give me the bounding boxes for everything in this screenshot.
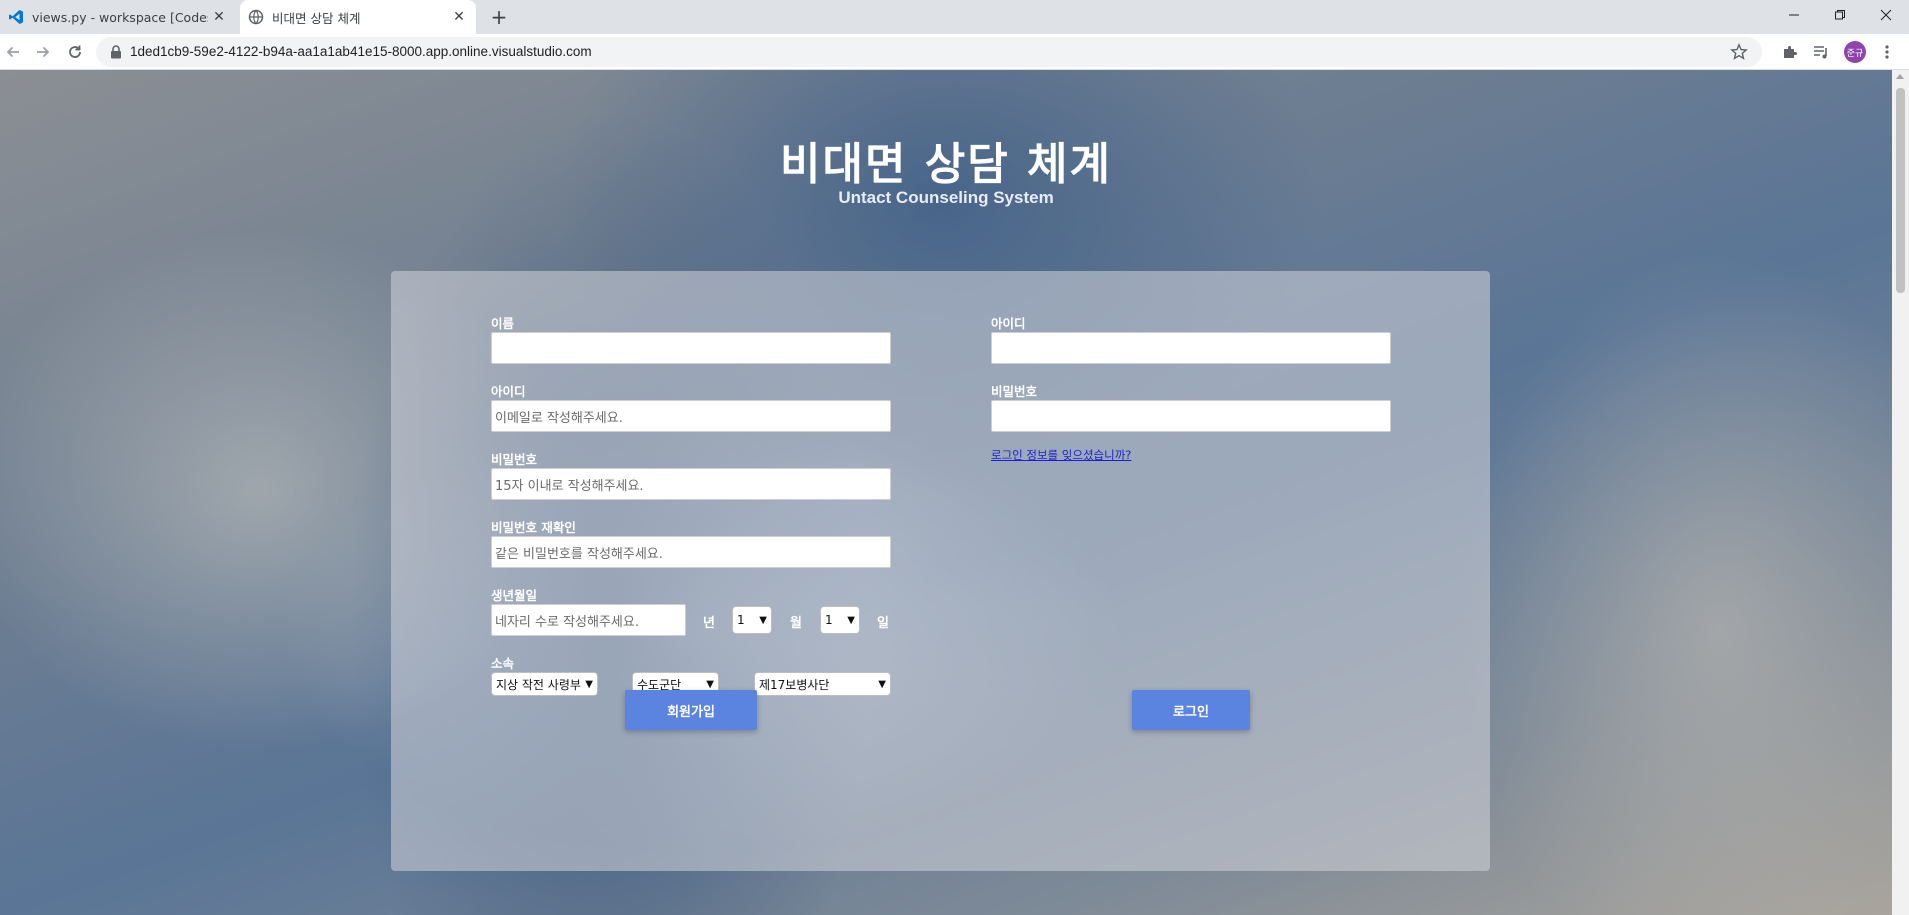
name-label: 이름 (491, 316, 515, 331)
birthdate-label: 생년월일 (491, 588, 538, 603)
vscode-icon (9, 10, 23, 24)
scrollbar-thumb[interactable] (1896, 88, 1905, 293)
birth-day-select[interactable]: 1 ▼ (820, 606, 860, 634)
page-subtitle: Untact Counseling System (838, 188, 1054, 207)
year-unit: 년 (703, 616, 715, 631)
password-confirm-input[interactable]: 같은 비밀번호를 작성해주세요. (491, 536, 891, 568)
login-button[interactable]: 로그인 (1132, 690, 1250, 730)
signup-id-input[interactable]: 이메일로 작성해주세요. (491, 400, 891, 432)
extensions-icon[interactable] (1779, 41, 1801, 63)
chevron-down-icon: ▼ (847, 614, 855, 626)
address-bar[interactable]: 1ded1cb9-59e2-4122-b94a-aa1a1ab41e15-800… (96, 37, 1762, 67)
day-unit: 일 (877, 616, 889, 631)
bookmark-star-icon[interactable] (1730, 43, 1748, 61)
tab-vscode[interactable]: views.py - workspace [Codespaces] ✕ (0, 0, 236, 34)
birth-month-select[interactable]: 1 ▼ (732, 606, 772, 634)
new-tab-icon[interactable]: + (486, 4, 512, 30)
browser-toolbar: 1ded1cb9-59e2-4122-b94a-aa1a1ab41e15-800… (0, 34, 1909, 70)
tab-title: views.py - workspace [Codespaces] (32, 9, 208, 25)
signup-id-label: 아이디 (491, 384, 526, 399)
scroll-up-icon[interactable] (1896, 74, 1904, 79)
url-text: 1ded1cb9-59e2-4122-b94a-aa1a1ab41e15-800… (130, 44, 592, 59)
chevron-down-icon: ▼ (759, 614, 767, 626)
minimize-icon[interactable] (1771, 0, 1817, 30)
login-id-input[interactable] (991, 332, 1391, 364)
lock-icon (111, 45, 121, 59)
password-confirm-label: 비밀번호 재확인 (491, 520, 576, 535)
profile-avatar[interactable]: 준규 (1844, 41, 1866, 63)
signup-password-input[interactable]: 15자 이내로 작성해주세요. (491, 468, 891, 500)
chevron-down-icon: ▼ (706, 678, 714, 690)
menu-icon[interactable] (1876, 41, 1898, 63)
login-password-input[interactable] (991, 400, 1391, 432)
restore-icon[interactable] (1817, 0, 1863, 30)
login-password-label: 비밀번호 (991, 384, 1038, 399)
chevron-down-icon: ▼ (878, 678, 886, 690)
affiliation-division-value: 제17보병사단 (759, 677, 830, 692)
signup-password-label: 비밀번호 (491, 452, 538, 467)
affiliation-command-value: 지상 작전 사령부 (496, 677, 581, 692)
tab-counseling[interactable]: 비대면 상담 체계 ✕ (240, 0, 476, 34)
page-title: 비대면 상담 체계 (780, 139, 1112, 190)
back-icon[interactable] (0, 39, 26, 65)
affiliation-command-select[interactable]: 지상 작전 사령부 ▼ (491, 672, 598, 696)
window-close-icon[interactable] (1863, 0, 1909, 30)
affiliation-label: 소속 (491, 656, 515, 671)
chevron-down-icon: ▼ (585, 678, 593, 690)
forward-icon[interactable] (30, 39, 56, 65)
page-scrollbar[interactable] (1892, 70, 1909, 915)
close-icon[interactable]: ✕ (208, 9, 230, 25)
forgot-login-link[interactable]: 로그인 정보를 잊으셨습니까? (991, 447, 1131, 463)
globe-icon (248, 9, 264, 25)
month-unit: 월 (790, 616, 802, 631)
month-value: 1 (737, 613, 745, 627)
media-control-icon[interactable] (1810, 41, 1832, 63)
login-id-label: 아이디 (991, 316, 1026, 331)
tab-title: 비대면 상담 체계 (272, 10, 361, 26)
tab-bar: views.py - workspace [Codespaces] ✕ 비대면 … (0, 0, 1909, 34)
birth-year-input[interactable]: 네자리 수로 작성해주세요. (491, 604, 686, 636)
form-panel: 이름 아이디 이메일로 작성해주세요. 비밀번호 15자 이내로 작성해주세요.… (391, 271, 1490, 871)
reload-icon[interactable] (62, 39, 88, 65)
name-input[interactable] (491, 332, 891, 364)
affiliation-division-select[interactable]: 제17보병사단 ▼ (754, 672, 891, 696)
day-value: 1 (825, 613, 833, 627)
page-viewport: 비대면 상담 체계 Untact Counseling System 이름 아이… (0, 70, 1892, 915)
close-icon[interactable]: ✕ (448, 9, 470, 25)
signup-button[interactable]: 회원가입 (625, 690, 757, 730)
